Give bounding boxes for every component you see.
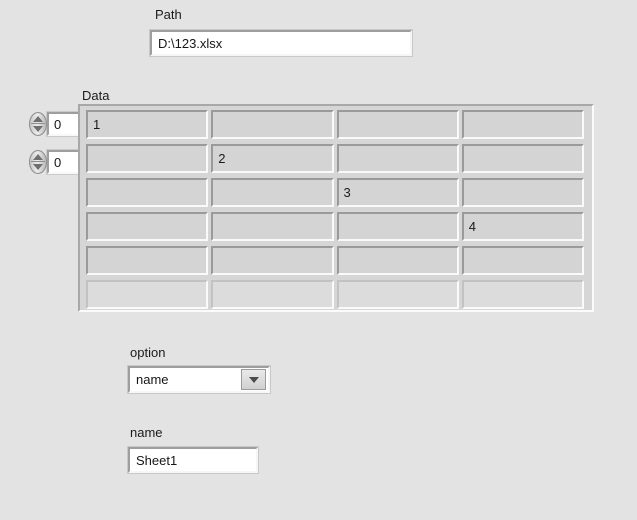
table-cell[interactable] — [461, 110, 584, 139]
table-cell[interactable] — [211, 110, 334, 139]
spinner-divider — [31, 161, 45, 162]
path-input[interactable]: D:\123.xlsx — [150, 30, 412, 56]
option-label: option — [130, 345, 166, 360]
table-row: 4 — [86, 212, 587, 246]
table-cell[interactable] — [211, 212, 334, 241]
spinner-down-icon[interactable] — [33, 126, 43, 132]
table-cell[interactable]: 3 — [336, 178, 459, 207]
name-label: name — [130, 425, 163, 440]
table-cell[interactable] — [461, 280, 584, 309]
table-cell[interactable] — [336, 144, 459, 173]
table-cell[interactable] — [86, 280, 209, 309]
table-row: 2 — [86, 144, 587, 178]
table-cell[interactable]: 4 — [461, 212, 584, 241]
table-row — [86, 280, 587, 310]
table-cell[interactable] — [336, 280, 459, 309]
spinner-up-icon[interactable] — [33, 116, 43, 122]
table-cell[interactable] — [461, 144, 584, 173]
name-input[interactable]: Sheet1 — [128, 447, 258, 473]
array-column-index-control[interactable]: 0 — [29, 150, 81, 174]
table-cell[interactable] — [86, 178, 209, 207]
table-row: 3 — [86, 178, 587, 212]
table-cell[interactable] — [336, 212, 459, 241]
spinner-down-icon[interactable] — [33, 164, 43, 170]
table-row: 1 — [86, 110, 587, 144]
option-dropdown[interactable]: name — [128, 366, 270, 393]
data-array-label: Data — [82, 88, 110, 103]
row-index-spinner[interactable] — [29, 112, 47, 136]
table-cell[interactable] — [336, 110, 459, 139]
option-selected-value: name — [136, 372, 169, 387]
table-cell[interactable] — [86, 212, 209, 241]
table-cell[interactable] — [461, 246, 584, 275]
spinner-divider — [31, 123, 45, 124]
table-cell[interactable] — [86, 144, 209, 173]
table-cell[interactable] — [461, 178, 584, 207]
table-cell[interactable]: 1 — [86, 110, 209, 139]
table-cell[interactable] — [211, 280, 334, 309]
table-cell[interactable] — [211, 246, 334, 275]
table-row — [86, 246, 587, 280]
column-index-value[interactable]: 0 — [47, 150, 81, 174]
path-label: Path — [155, 7, 182, 22]
table-cell[interactable] — [336, 246, 459, 275]
chevron-down-glyph — [248, 376, 259, 383]
data-array-table[interactable]: 1234 — [78, 104, 594, 312]
table-cell[interactable] — [211, 178, 334, 207]
array-row-index-control[interactable]: 0 — [29, 112, 81, 136]
spinner-up-icon[interactable] — [33, 154, 43, 160]
row-index-value[interactable]: 0 — [47, 112, 81, 136]
table-cell[interactable] — [86, 246, 209, 275]
column-index-spinner[interactable] — [29, 150, 47, 174]
chevron-down-icon[interactable] — [241, 369, 266, 390]
table-cell[interactable]: 2 — [211, 144, 334, 173]
